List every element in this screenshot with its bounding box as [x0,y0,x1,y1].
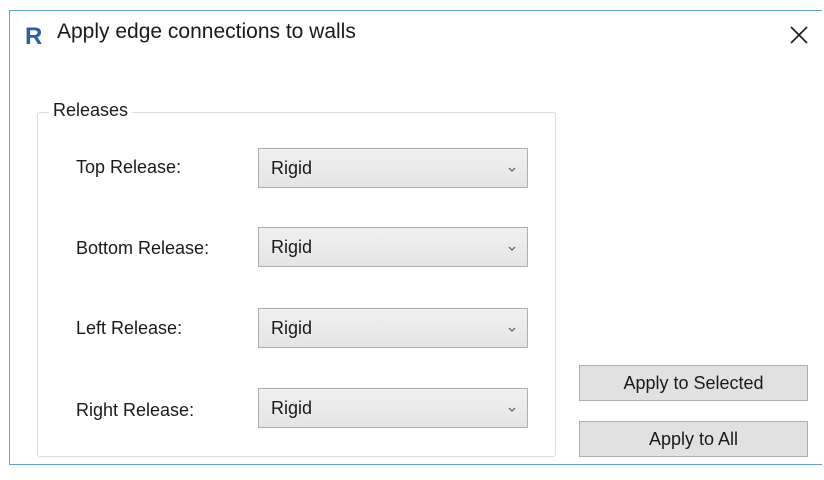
chevron-down-icon [507,241,517,251]
bottom-release-label: Bottom Release: [76,238,210,258]
right-release-value: Rigid [271,398,313,418]
releases-group-label: Releases [49,100,133,121]
dialog-window: R Apply edge connections to walls Releas… [0,0,824,480]
bottom-release-dropdown[interactable]: Rigid [258,227,528,267]
right-release-label: Right Release: [76,400,195,420]
top-release-value: Rigid [271,158,313,178]
chevron-down-icon [507,322,517,332]
revit-app-icon: R [24,22,46,48]
dialog-title: Apply edge connections to walls [57,20,356,43]
left-release-label: Left Release: [76,318,183,338]
left-release-value: Rigid [271,318,313,338]
left-release-dropdown[interactable]: Rigid [258,308,528,348]
chevron-down-icon [507,162,517,172]
right-release-dropdown[interactable]: Rigid [258,388,528,428]
top-release-label: Top Release: [76,157,182,177]
chevron-down-icon [507,402,517,412]
svg-text:R: R [25,23,42,48]
apply-to-selected-button[interactable]: Apply to Selected [579,365,808,401]
bottom-release-value: Rigid [271,237,313,257]
top-release-dropdown[interactable]: Rigid [258,148,528,188]
apply-to-all-button[interactable]: Apply to All [579,421,808,457]
close-icon[interactable] [786,22,812,48]
